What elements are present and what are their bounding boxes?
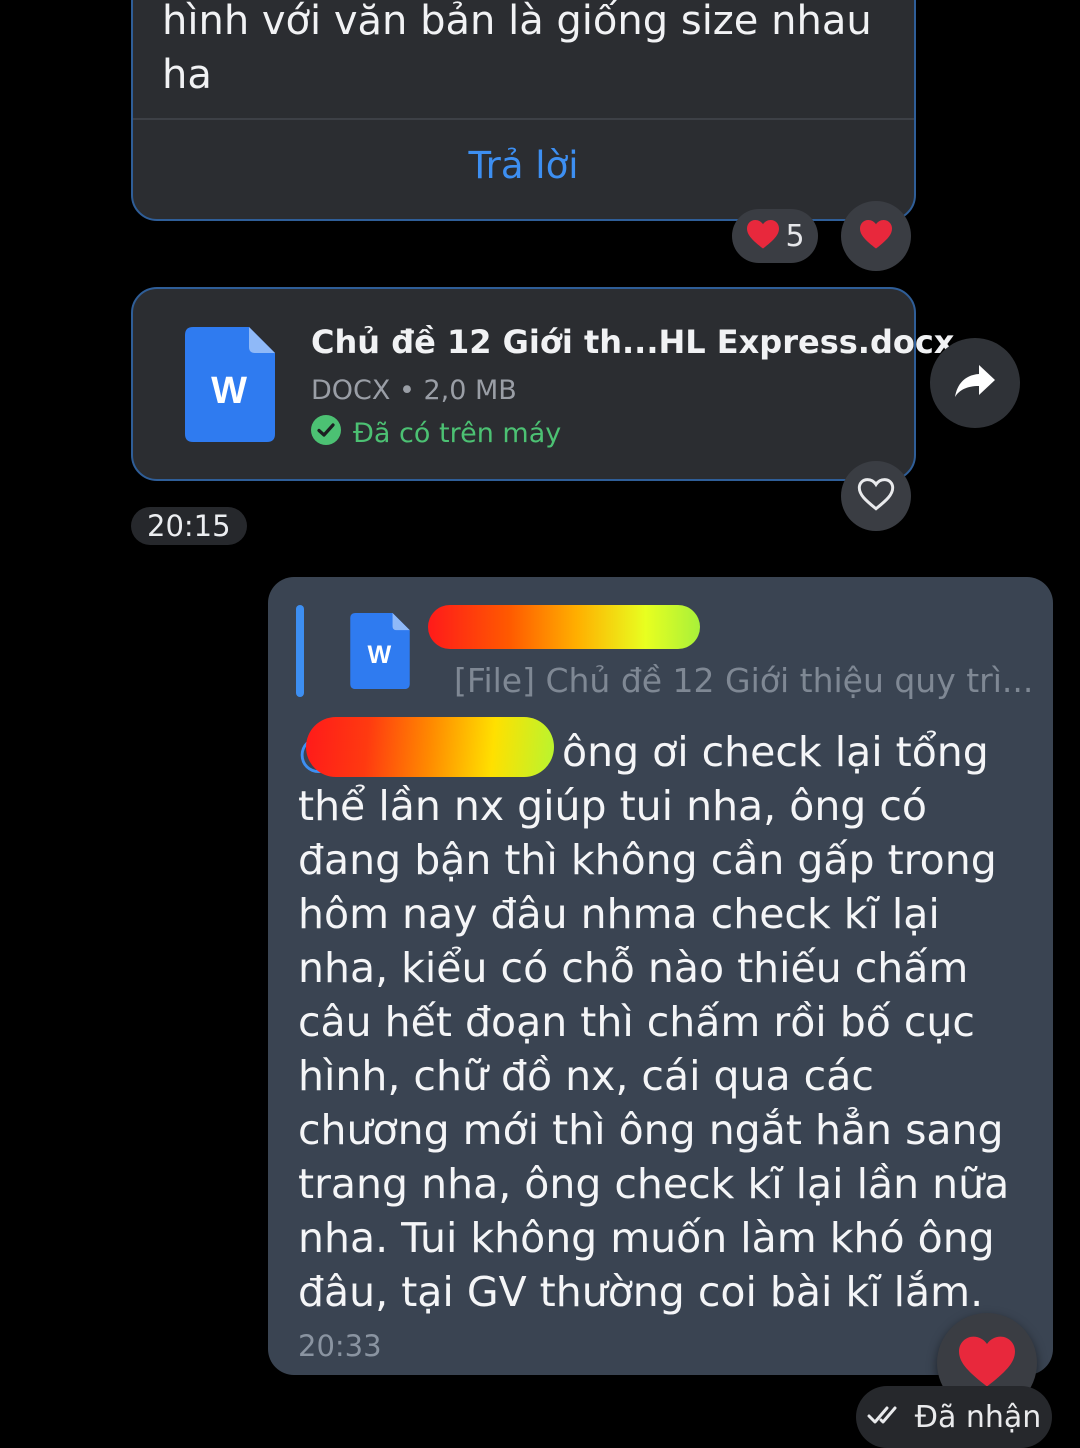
react-heart-button[interactable] — [841, 201, 911, 271]
file-name: Chủ đề 12 Giới th...HL Express.docx — [311, 323, 955, 361]
received-message-bubble[interactable]: hình với văn bản là giống size nhau ha T… — [131, 0, 916, 221]
check-circle-icon — [311, 415, 341, 452]
timestamp: 20:15 — [131, 507, 247, 545]
message-body: thể lần nx giúp tui nha, ông có đang bận… — [298, 782, 1010, 1316]
delivery-status: Đã nhận — [856, 1386, 1052, 1448]
word-doc-icon: W — [185, 327, 275, 442]
heart-icon — [858, 218, 894, 254]
message-text: hình với văn bản là giống size nhau ha — [162, 0, 902, 102]
divider — [133, 118, 914, 120]
reply-button[interactable]: Trả lời — [133, 144, 914, 187]
file-status: Đã có trên máy — [311, 415, 561, 452]
message-line: ha — [162, 52, 212, 98]
double-check-icon — [867, 1400, 903, 1435]
redacted-mention — [306, 717, 554, 777]
word-doc-icon: W — [350, 613, 410, 689]
heart-icon — [956, 1333, 1018, 1393]
reaction-count: 5 — [785, 218, 805, 254]
redacted-sender-name — [428, 605, 700, 649]
message-line: hình với văn bản là giống size nhau — [162, 0, 872, 44]
quote-bar — [296, 605, 304, 697]
file-message-bubble[interactable]: W Chủ đề 12 Giới th...HL Express.docx DO… — [131, 287, 954, 481]
file-status-label: Đã có trên máy — [353, 418, 562, 449]
timestamp: 20:33 — [298, 1329, 382, 1363]
delivery-status-label: Đã nhận — [914, 1399, 1042, 1435]
forward-arrow-icon — [953, 363, 997, 403]
message-line: ông ơi check lại tổng — [562, 728, 989, 776]
message-text: @ông ơi check lại tổng thể lần nx giúp t… — [298, 725, 1033, 1319]
reaction-summary[interactable]: 5 — [732, 209, 818, 263]
react-like-button[interactable] — [841, 461, 911, 531]
icon-letter: W — [211, 370, 247, 412]
icon-letter: W — [367, 641, 391, 669]
chat-screen: hình với văn bản là giống size nhau ha T… — [0, 0, 1080, 1448]
quoted-message[interactable]: [File] Chủ đề 12 Giới thiệu quy trì... — [454, 661, 1033, 700]
file-meta: DOCX • 2,0 MB — [311, 375, 517, 406]
sent-message-bubble[interactable]: W [File] Chủ đề 12 Giới thiệu quy trì...… — [268, 577, 1053, 1375]
heart-icon — [745, 218, 781, 254]
forward-button[interactable] — [930, 338, 1020, 428]
heart-outline-icon — [856, 476, 896, 516]
